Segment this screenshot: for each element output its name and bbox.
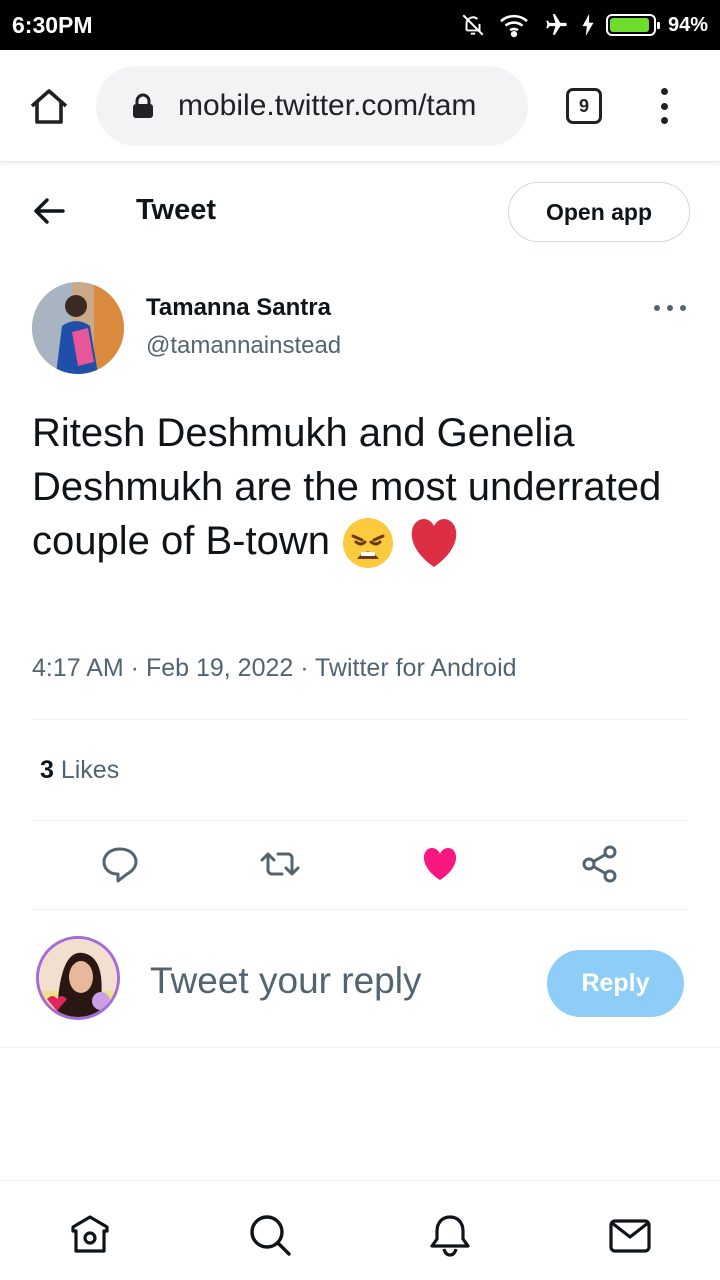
battery-icon: [605, 14, 660, 36]
lock-icon: [133, 93, 153, 118]
address-bar[interactable]: mobile.twitter.com/tam: [96, 66, 528, 146]
like-icon[interactable]: [420, 844, 460, 884]
wifi-icon: [500, 14, 528, 38]
reply-input[interactable]: Tweet your reply: [150, 960, 421, 1002]
weary-face-emoji: [343, 518, 394, 569]
back-arrow-icon[interactable]: [32, 196, 66, 226]
likes-count-link[interactable]: 3 Likes: [40, 756, 119, 785]
retweet-icon[interactable]: [260, 844, 300, 884]
notifications-icon[interactable]: [428, 1213, 472, 1257]
author-handle[interactable]: @tamannainstead: [146, 332, 341, 360]
mute-icon: [462, 14, 484, 36]
red-heart-emoji: [411, 519, 457, 568]
tweet-actions-bar: [32, 822, 688, 910]
home-icon[interactable]: [68, 1213, 112, 1257]
status-time: 6:30PM: [12, 11, 93, 38]
divider: [0, 1047, 720, 1048]
tweet-timestamp[interactable]: 4:17 AM · Feb 19, 2022 · Twitter for And…: [32, 654, 517, 683]
likes-number: 3: [40, 756, 54, 784]
open-app-button[interactable]: Open app: [508, 182, 690, 242]
browser-menu-icon[interactable]: [654, 88, 674, 124]
author-name[interactable]: Tamanna Santra: [146, 294, 331, 322]
bottom-navigation: [0, 1180, 720, 1280]
divider: [32, 719, 688, 720]
page-title: Tweet: [136, 194, 217, 226]
divider: [32, 909, 688, 910]
share-icon[interactable]: [580, 844, 620, 884]
more-options-icon[interactable]: [654, 298, 686, 318]
author-avatar[interactable]: [32, 282, 124, 374]
tab-switcher-button[interactable]: 9: [566, 88, 602, 124]
reply-button[interactable]: Reply: [547, 950, 684, 1017]
browser-home-icon[interactable]: [28, 86, 70, 128]
status-bar: 6:30PM 94%: [0, 0, 720, 50]
charging-icon: [582, 14, 594, 36]
battery-percent: 94%: [667, 13, 708, 36]
search-icon[interactable]: [248, 1213, 292, 1257]
messages-icon[interactable]: [608, 1213, 652, 1257]
reply-icon[interactable]: [100, 844, 140, 884]
url-text: mobile.twitter.com/tam: [178, 89, 477, 122]
browser-toolbar: mobile.twitter.com/tam 9: [0, 50, 720, 162]
likes-label: Likes: [53, 756, 120, 784]
tweet-header: Tweet Open app: [0, 162, 720, 258]
divider: [32, 820, 688, 821]
airplane-icon: [546, 14, 567, 35]
current-user-avatar[interactable]: [36, 936, 120, 1020]
tweet-text: Ritesh Deshmukh and Genelia Deshmukh are…: [32, 406, 682, 570]
